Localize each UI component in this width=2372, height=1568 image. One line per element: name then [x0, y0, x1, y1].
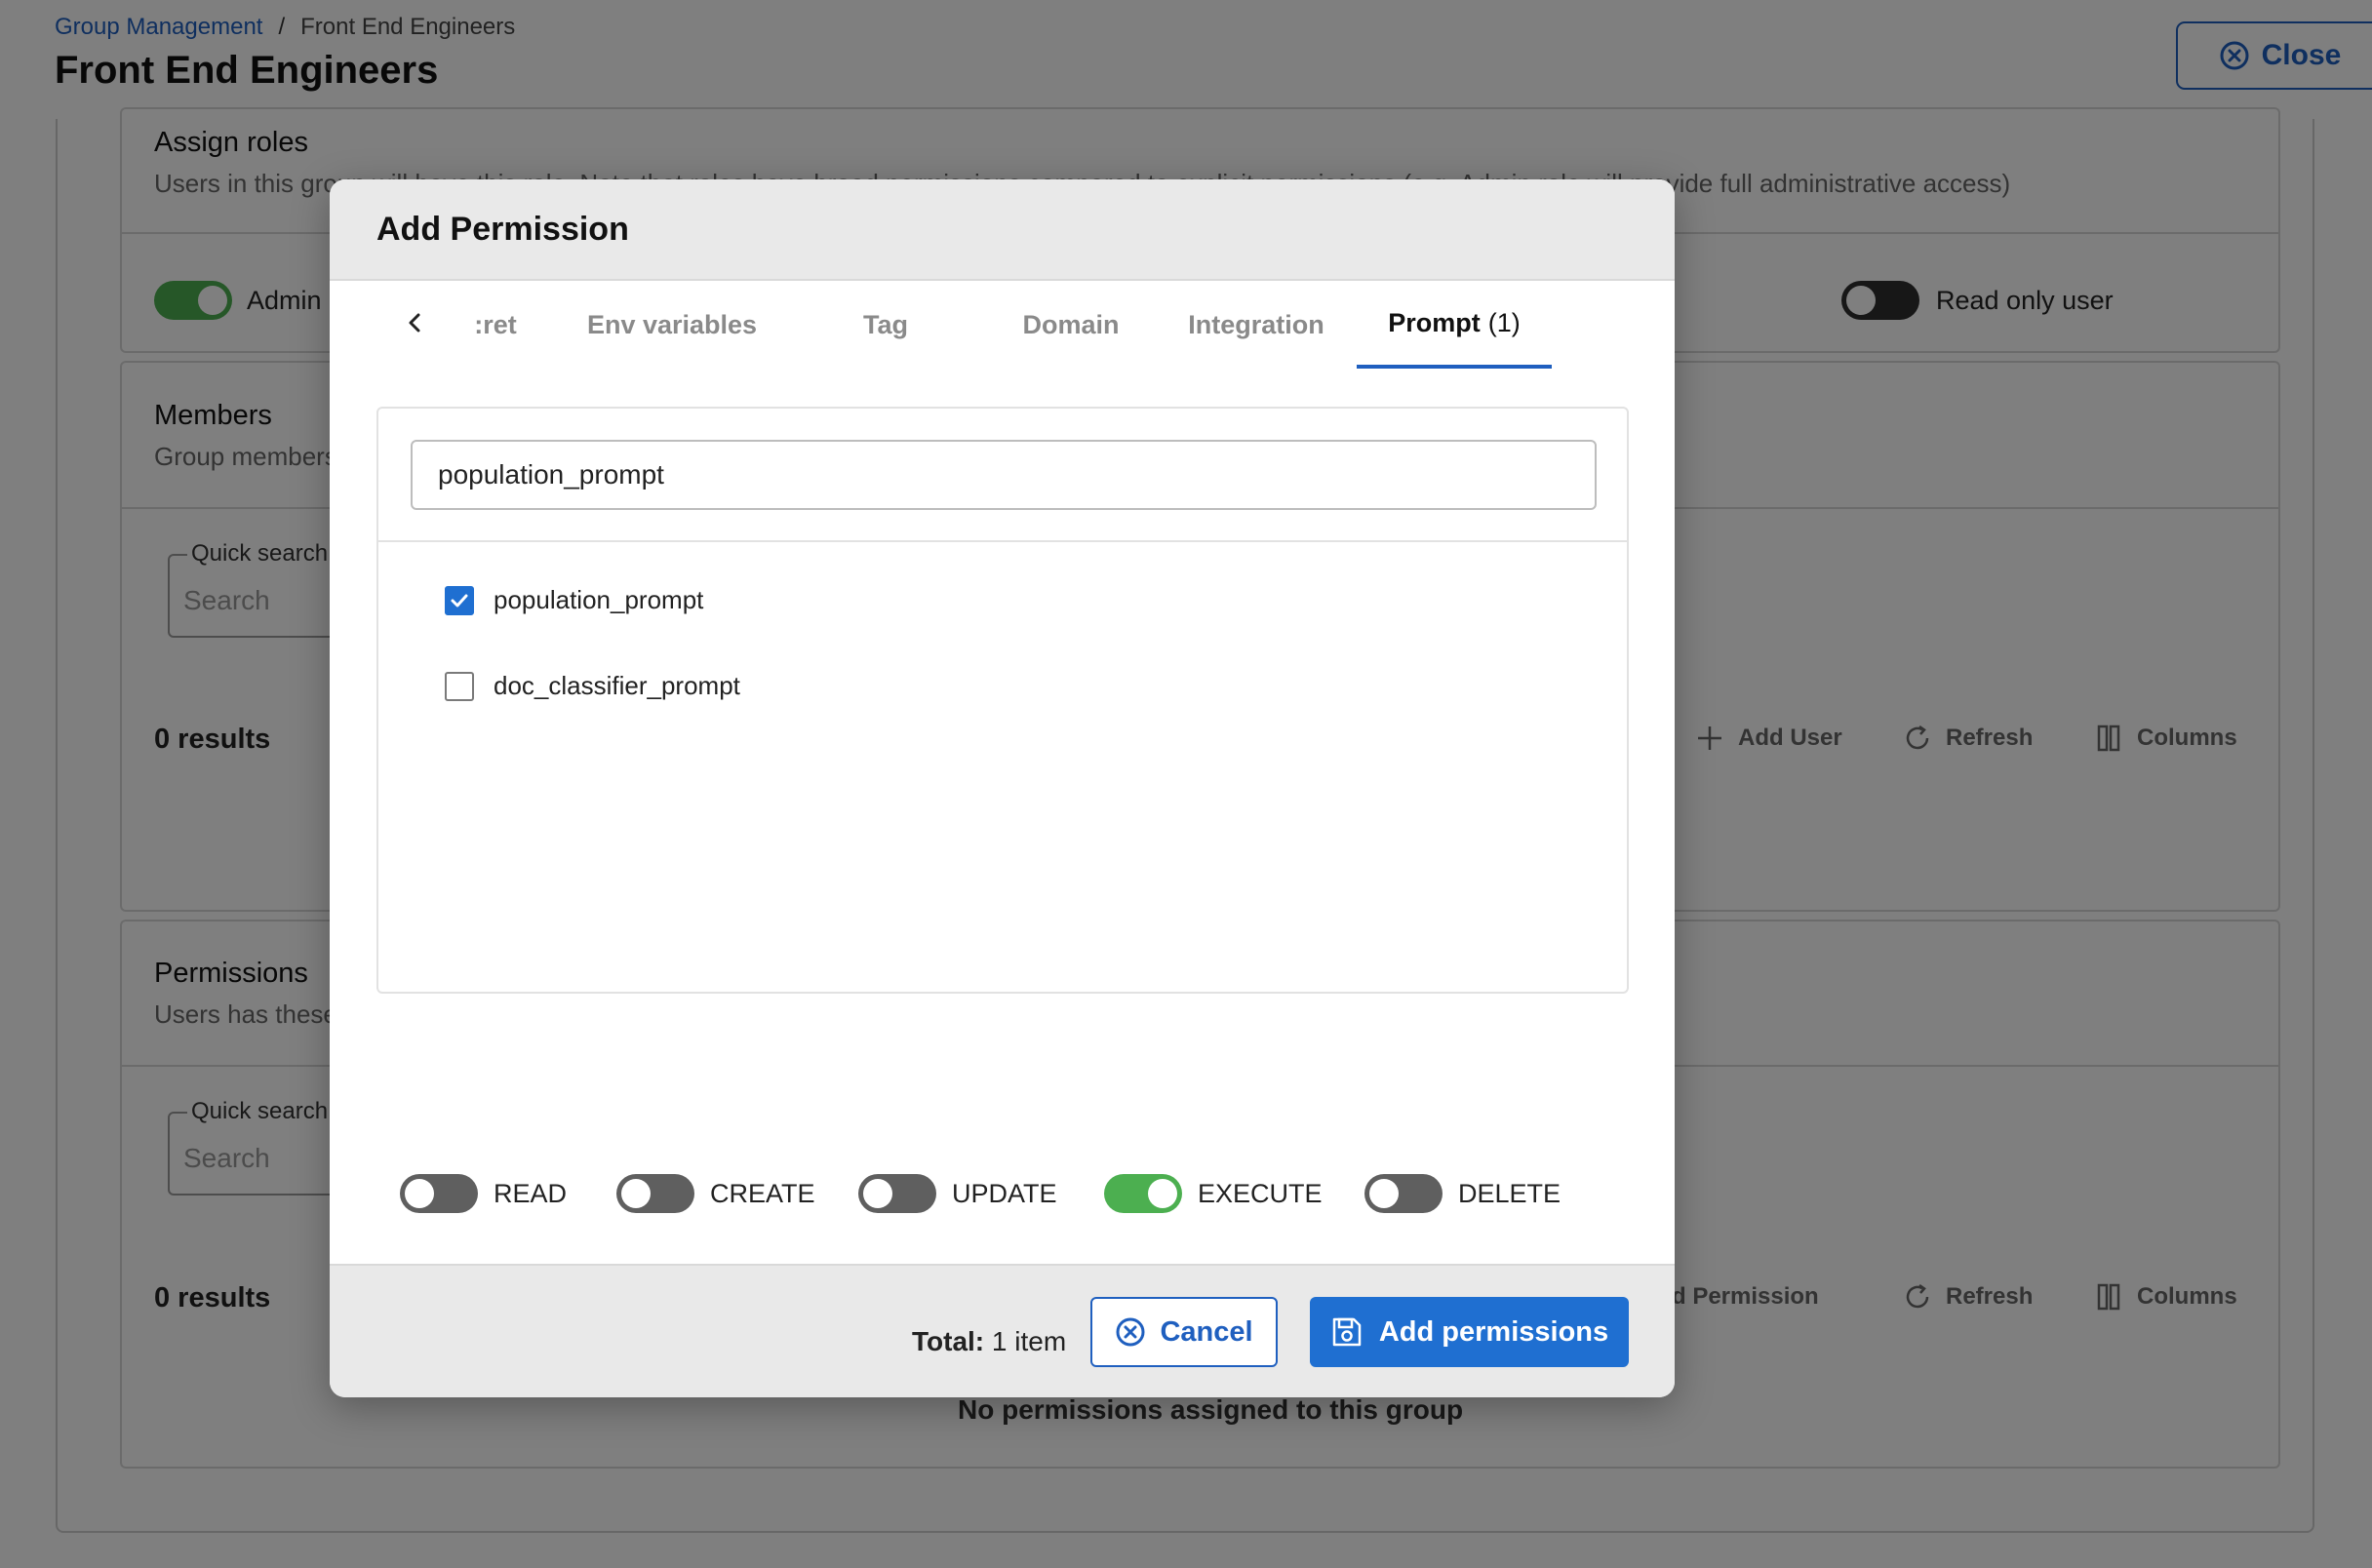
- update-toggle[interactable]: [858, 1174, 936, 1213]
- resource-list-panel: population_prompt doc_classifier_prompt: [376, 407, 1629, 994]
- tab-prompt[interactable]: Prompt (1): [1357, 281, 1552, 369]
- permission-toggles: READ CREATE UPDATE EXECUTE DELETE: [400, 1174, 1619, 1217]
- tab-prompt-label: Prompt: [1388, 307, 1481, 337]
- total-label: Total:: [912, 1326, 985, 1356]
- total-value: 1 item: [991, 1326, 1067, 1356]
- checkbox-checked[interactable]: [445, 585, 474, 615]
- tab-domain[interactable]: Domain: [973, 281, 1168, 369]
- execute-toggle[interactable]: [1104, 1174, 1182, 1213]
- permission-update[interactable]: UPDATE: [858, 1174, 1057, 1213]
- cancel-button[interactable]: Cancel: [1090, 1297, 1278, 1367]
- save-icon: [1330, 1315, 1364, 1349]
- tab-secret[interactable]: :ret: [447, 281, 544, 369]
- checkbox-unchecked[interactable]: [445, 671, 474, 701]
- read-toggle[interactable]: [400, 1174, 478, 1213]
- create-toggle[interactable]: [616, 1174, 694, 1213]
- resource-type-tabs: :ret Env variables Tag Domain Integratio…: [330, 281, 1675, 369]
- tab-integration[interactable]: Integration: [1159, 281, 1354, 369]
- tabs-scroll-left-button[interactable]: [400, 308, 429, 337]
- tab-env-variables[interactable]: Env variables: [564, 281, 780, 369]
- cancel-label: Cancel: [1160, 1315, 1253, 1348]
- add-permission-modal: Add Permission :ret Env variables Tag Do…: [330, 179, 1675, 1397]
- check-icon: [449, 590, 470, 611]
- list-item[interactable]: population_prompt: [445, 585, 703, 615]
- add-permissions-button[interactable]: Add permissions: [1310, 1297, 1629, 1367]
- permission-read[interactable]: READ: [400, 1174, 567, 1213]
- total-items: Total: 1 item: [912, 1326, 1066, 1357]
- tab-prompt-count: (1): [1487, 307, 1521, 337]
- delete-toggle[interactable]: [1364, 1174, 1443, 1213]
- permission-delete[interactable]: DELETE: [1364, 1174, 1561, 1213]
- update-label: UPDATE: [952, 1178, 1057, 1208]
- modal-title: Add Permission: [376, 211, 629, 248]
- close-circle-icon: [1115, 1316, 1146, 1348]
- permission-create[interactable]: CREATE: [616, 1174, 815, 1213]
- resource-search-input[interactable]: [411, 440, 1597, 510]
- list-item[interactable]: doc_classifier_prompt: [445, 671, 740, 701]
- permission-execute[interactable]: EXECUTE: [1104, 1174, 1323, 1213]
- add-permissions-label: Add permissions: [1378, 1315, 1609, 1348]
- list-item-label: doc_classifier_prompt: [494, 671, 740, 700]
- chevron-left-icon: [400, 308, 429, 337]
- create-label: CREATE: [710, 1178, 815, 1208]
- delete-label: DELETE: [1458, 1178, 1562, 1208]
- list-item-label: population_prompt: [494, 585, 704, 614]
- tab-tag[interactable]: Tag: [788, 281, 983, 369]
- read-label: READ: [494, 1178, 568, 1208]
- modal-header: Add Permission: [330, 179, 1675, 281]
- execute-label: EXECUTE: [1198, 1178, 1323, 1208]
